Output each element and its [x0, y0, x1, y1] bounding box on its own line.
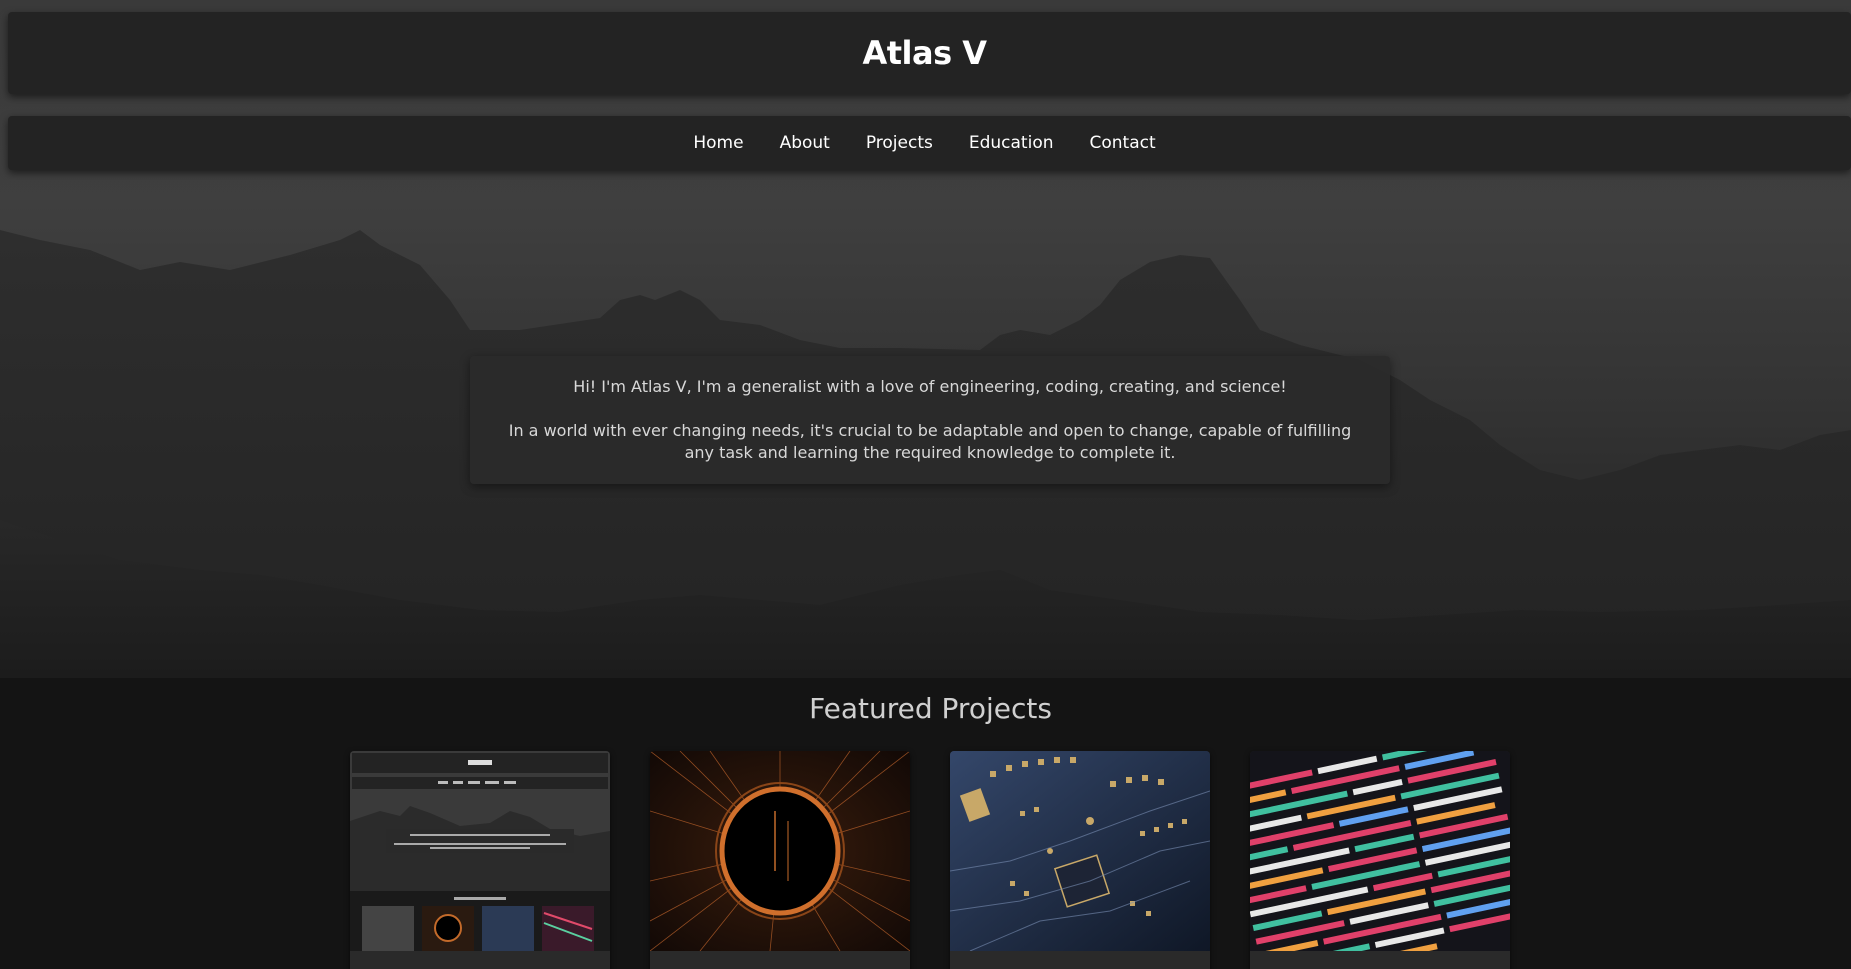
intro-greeting: Hi! I'm Atlas V, I'm a generalist with a…	[573, 377, 1287, 396]
colorful-code-thumbnail	[1250, 751, 1510, 951]
nav-link-contact[interactable]: Contact	[1090, 133, 1156, 153]
intro-box: Hi! I'm Atlas V, I'm a generalist with a…	[470, 356, 1390, 484]
project-card-caption	[1250, 951, 1510, 969]
nav-link-home[interactable]: Home	[693, 133, 743, 153]
website-screenshot-thumbnail	[350, 751, 610, 951]
featured-projects-heading: Featured Projects	[809, 692, 1052, 725]
project-card-caption	[650, 951, 910, 969]
circuit-board-thumbnail	[950, 751, 1210, 951]
site-header: Atlas V	[8, 12, 1851, 94]
intro-description: In a world with ever changing needs, it'…	[508, 421, 1352, 462]
project-card-website[interactable]	[350, 751, 610, 969]
project-card-code[interactable]	[1250, 751, 1510, 969]
mountain-silhouette	[0, 230, 1851, 678]
nav-link-about[interactable]: About	[780, 133, 830, 153]
nav-link-education[interactable]: Education	[969, 133, 1054, 153]
project-card-caption	[350, 951, 610, 969]
nav-list: Home About Projects Education Contact	[693, 133, 1165, 153]
page: Atlas V Home About Projects Education Co…	[0, 0, 1851, 969]
site-title: Atlas V	[862, 34, 987, 72]
project-cards	[350, 751, 1510, 969]
nav-link-projects[interactable]: Projects	[866, 133, 933, 153]
project-card-circuit-board[interactable]	[950, 751, 1210, 969]
project-card-caption	[950, 951, 1210, 969]
hero-background	[0, 0, 1851, 678]
main-nav: Home About Projects Education Contact	[8, 116, 1851, 170]
project-card-black-hole[interactable]	[650, 751, 910, 969]
black-hole-thumbnail	[650, 751, 910, 951]
